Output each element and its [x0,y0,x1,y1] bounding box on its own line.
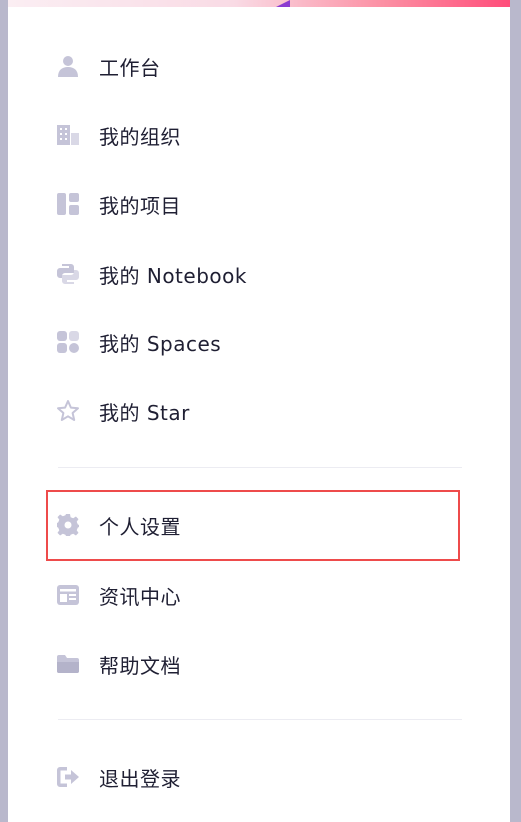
menu-item-label: 我的 Notebook [99,263,247,288]
menu-item-my-projects[interactable]: 我的项目 [46,176,464,232]
menu-item-label: 工作台 [99,55,161,80]
user-icon [56,54,80,78]
logout-icon [56,765,80,789]
menu-item-label: 我的组织 [99,124,181,149]
menu-item-label: 帮助文档 [99,653,181,678]
menu-item-label: 我的项目 [99,193,181,218]
python-icon [56,262,80,286]
menu-item-label: 个人设置 [99,514,181,539]
menu-divider [58,467,462,468]
menu-item-my-spaces[interactable]: 我的 Spaces [46,314,464,370]
menu-item-label: 我的 Spaces [99,331,222,356]
top-gradient-bar [8,0,510,7]
menu-item-my-organization[interactable]: 我的组织 [46,107,464,163]
menu-item-personal-settings[interactable]: 个人设置 [46,497,464,553]
menu-item-label: 我的 Star [99,400,190,425]
menu-item-logout[interactable]: 退出登录 [46,749,464,805]
apps-icon [56,330,80,354]
building-icon [56,123,80,147]
menu-item-my-star[interactable]: 我的 Star [46,383,464,439]
menu-item-news-center[interactable]: 资讯中心 [46,567,464,623]
user-menu-panel: 工作台 我的组织 我的项目 我的 Notebook 我的 Spaces 我的 S… [8,0,510,822]
star-icon [56,399,80,423]
gear-icon [56,513,80,537]
folder-icon [56,652,80,676]
menu-item-label: 退出登录 [99,766,181,791]
menu-item-workbench[interactable]: 工作台 [46,38,464,94]
menu-divider [58,719,462,720]
news-icon [56,583,80,607]
layout-icon [56,192,80,216]
menu-item-label: 资讯中心 [99,584,181,609]
menu-item-my-notebook[interactable]: 我的 Notebook [46,246,464,302]
menu-item-help-docs[interactable]: 帮助文档 [46,636,464,692]
